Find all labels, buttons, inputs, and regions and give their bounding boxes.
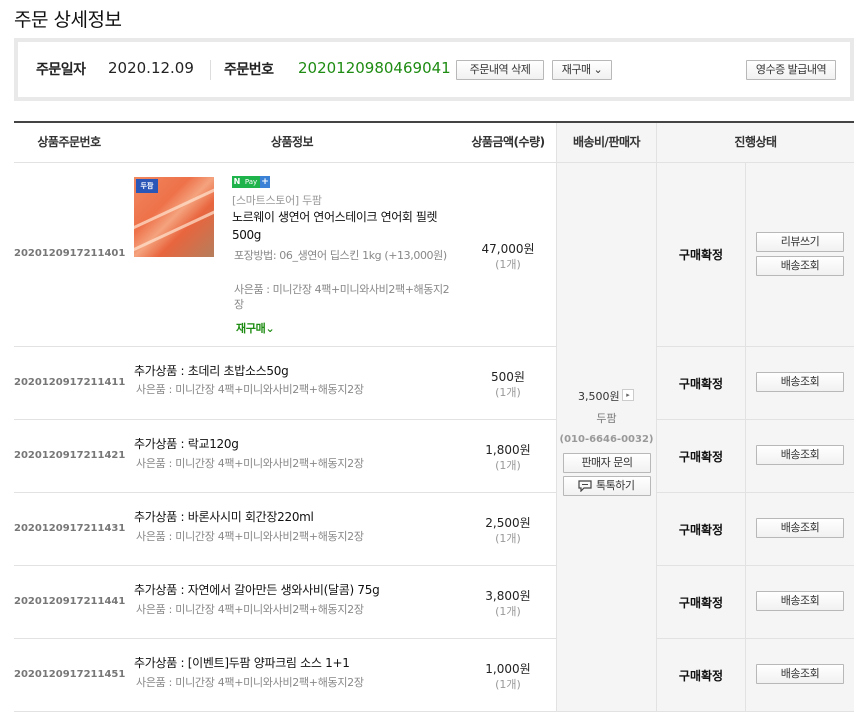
extra-product-gift: 사은품 : 미니간장 4팩+미니와사비2팩+해동지2장 [136,530,364,543]
row-divider [14,711,854,712]
product-price: 3,800원 [485,589,531,603]
product-option: 포장방법: 06_생연어 딥스킨 1kg (+13,000원) [234,249,447,262]
product-order-no: 2020120917211451 [14,669,126,680]
product-price: 500원 [491,370,525,384]
row-divider [657,346,854,347]
header-order-no: 상품주문번호 [37,135,101,149]
product-order-no: 2020120917211401 [14,248,126,259]
track-delivery-button[interactable]: 배송조회 [756,372,844,392]
page-title: 주문 상세정보 [14,9,122,31]
shipping-fee-detail-icon[interactable]: ▸ [622,389,634,401]
track-delivery-button[interactable]: 배송조회 [756,518,844,538]
track-delivery-button[interactable]: 배송조회 [756,256,844,276]
product-price: 1,000원 [485,662,531,676]
row-divider [657,565,854,566]
write-review-button[interactable]: 리뷰쓰기 [756,232,844,252]
chat-bubble-icon [578,480,592,493]
extra-product-name[interactable]: 추가상품 : 락교120g [134,435,239,452]
track-delivery-button[interactable]: 배송조회 [756,664,844,684]
product-qty: (1개) [495,386,521,399]
order-date-label: 주문일자 [36,62,86,78]
product-order-no: 2020120917211421 [14,450,126,461]
rebuy-button[interactable]: 재구매 ⌄ [552,60,612,80]
product-price: 47,000원 [481,242,535,256]
product-qty: (1개) [495,459,521,472]
extra-product-gift: 사은품 : 미니간장 4팩+미니와사비2팩+해동지2장 [136,676,364,689]
order-no-label: 주문번호 [224,62,274,78]
order-summary-box: 주문일자 2020.12.09 주문번호 2020120980469041 주문… [14,38,854,101]
receipt-history-button[interactable]: 영수증 발급내역 [746,60,836,80]
product-gift: 사은품 : 미니간장 4팩+미니와사비2팩+해동지2장 [234,283,450,311]
product-price: 2,500원 [485,516,531,530]
talktalk-button[interactable]: 톡톡하기 [563,476,651,496]
product-qty: (1개) [495,532,521,545]
product-thumbnail[interactable]: 두팜 [134,177,214,257]
order-status: 구매확정 [678,248,724,262]
order-date-value: 2020.12.09 [108,59,194,77]
extra-product-name[interactable]: 추가상품 : [이벤트]두팜 양파크림 소스 1+1 [134,654,350,671]
order-no-value: 2020120980469041 [298,59,451,77]
row-divider [14,565,556,566]
extra-product-gift: 사은품 : 미니간장 4팩+미니와사비2팩+해동지2장 [136,603,364,616]
seller-phone: (010-6646-0032) [559,434,654,445]
header-status: 진행상태 [657,123,854,163]
row-divider [14,346,556,347]
track-delivery-button[interactable]: 배송조회 [756,591,844,611]
row-divider [14,419,556,420]
product-order-no: 2020120917211411 [14,377,126,388]
row-divider [14,492,556,493]
product-qty: (1개) [495,258,521,271]
store-seller-label[interactable]: [스마트스토어] 두팜 [232,192,322,208]
extra-product-name[interactable]: 추가상품 : 바론사시미 회간장220ml [134,508,314,525]
naver-pay-badge: N Pay + [232,176,270,188]
order-status: 구매확정 [678,377,724,391]
rebuy-link[interactable]: 재구매⌄ [236,320,275,336]
product-name-link[interactable]: 노르웨이 생연어 연어스테이크 연어회 필렛 500g [232,208,454,244]
row-divider [14,162,854,163]
talktalk-label: 톡톡하기 [596,479,635,492]
product-price: 1,800원 [485,443,531,457]
extra-product-name[interactable]: 추가상품 : 초데리 초밥소스50g [134,362,289,379]
header-product-info: 상품정보 [270,135,314,149]
order-status: 구매확정 [678,669,724,683]
divider [210,60,211,80]
order-status: 구매확정 [678,450,724,464]
header-price-qty: 상품금액(수량) [471,135,545,149]
thumbnail-tag: 두팜 [136,179,158,193]
row-divider [657,419,854,420]
column-divider [745,163,746,711]
order-status: 구매확정 [678,596,724,610]
extra-product-name[interactable]: 추가상품 : 자연에서 갈아만든 생와사비(달콤) 75g [134,581,380,598]
extra-product-gift: 사은품 : 미니간장 4팩+미니와사비2팩+해동지2장 [136,457,364,470]
extra-product-gift: 사은품 : 미니간장 4팩+미니와사비2팩+해동지2장 [136,383,364,396]
product-order-no: 2020120917211441 [14,596,126,607]
npay-pay-label: Pay [242,176,260,188]
npay-plus-icon: + [260,176,270,188]
npay-n-icon: N [232,176,242,188]
order-status: 구매확정 [678,523,724,537]
seller-inquiry-button[interactable]: 판매자 문의 [563,453,651,473]
header-shipping-seller: 배송비/판매자 [556,123,657,163]
row-divider [14,638,556,639]
row-divider [657,638,854,639]
row-divider [657,492,854,493]
product-qty: (1개) [495,678,521,691]
product-order-no: 2020120917211431 [14,523,126,534]
seller-name: 두팜 [596,412,617,425]
track-delivery-button[interactable]: 배송조회 [756,445,844,465]
shipping-fee: 3,500원 [578,390,620,403]
delete-order-button[interactable]: 주문내역 삭제 [456,60,544,80]
product-qty: (1개) [495,605,521,618]
